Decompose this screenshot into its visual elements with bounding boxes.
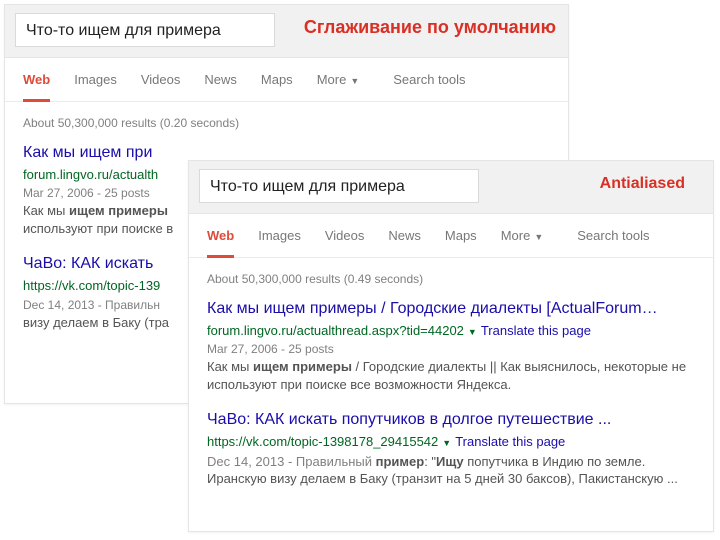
translate-link[interactable]: Translate this page (455, 434, 565, 449)
tab-videos[interactable]: Videos (141, 72, 181, 102)
result-stats: About 50,300,000 results (0.20 seconds) (5, 102, 568, 140)
label-antialiased: Antialiased (600, 175, 685, 193)
search-tabs: Web Images Videos News Maps More▼ Search… (5, 58, 568, 102)
tab-maps[interactable]: Maps (445, 228, 477, 258)
tab-web[interactable]: Web (23, 72, 50, 102)
translate-link[interactable]: Translate this page (481, 323, 591, 338)
tab-images[interactable]: Images (258, 228, 301, 258)
result-title-link[interactable]: Как мы ищем примеры / Городские диалекты… (207, 298, 695, 320)
search-tabs: Web Images Videos News Maps More▼ Search… (189, 214, 713, 258)
chevron-down-icon: ▼ (534, 232, 543, 242)
tab-videos[interactable]: Videos (325, 228, 365, 258)
search-bar: Что-то ищем для примера Antialiased (189, 161, 713, 214)
label-default-smoothing: Сглаживание по умолчанию (304, 17, 556, 38)
chevron-down-icon: ▼ (350, 76, 359, 86)
result-url-line: https://vk.com/topic-1398178_29415542 ▼ Tr… (207, 433, 695, 451)
result-url: https://vk.com/topic-1398178_29415542 (207, 434, 438, 449)
tab-maps[interactable]: Maps (261, 72, 293, 102)
search-bar: Что-то ищем для примера Сглаживание по у… (5, 5, 568, 58)
result-title-link[interactable]: ЧаВо: КАК искать попутчиков в долгое пут… (207, 409, 695, 431)
search-input[interactable]: Что-то ищем для примера (15, 13, 275, 47)
tab-more[interactable]: More▼ (501, 228, 544, 258)
result-snippet: Dec 14, 2013 - Правильный пример: "Ищу п… (207, 453, 695, 488)
tab-news[interactable]: News (388, 228, 421, 258)
tab-search-tools[interactable]: Search tools (393, 72, 465, 102)
tab-web[interactable]: Web (207, 228, 234, 258)
search-input[interactable]: Что-то ищем для примера (199, 169, 479, 203)
result-url: forum.lingvo.ru/actualthread.aspx?tid=44… (207, 323, 464, 338)
chevron-down-icon[interactable]: ▼ (468, 327, 477, 337)
tab-images[interactable]: Images (74, 72, 117, 102)
result-meta: Mar 27, 2006 - 25 posts (207, 341, 695, 357)
result-snippet: Как мы ищем примеры / Городские диалекты… (207, 358, 695, 393)
panel-antialiased: Что-то ищем для примера Antialiased Web … (188, 160, 714, 532)
tab-search-tools[interactable]: Search tools (577, 228, 649, 258)
chevron-down-icon[interactable]: ▼ (442, 438, 451, 448)
search-result: Как мы ищем примеры / Городские диалекты… (189, 296, 713, 407)
search-result: ЧаВо: КАК искать попутчиков в долгое пут… (189, 407, 713, 501)
result-url-line: forum.lingvo.ru/actualthread.aspx?tid=44… (207, 322, 695, 340)
tab-news[interactable]: News (204, 72, 237, 102)
tab-more[interactable]: More▼ (317, 72, 360, 102)
result-stats: About 50,300,000 results (0.49 seconds) (189, 258, 713, 296)
